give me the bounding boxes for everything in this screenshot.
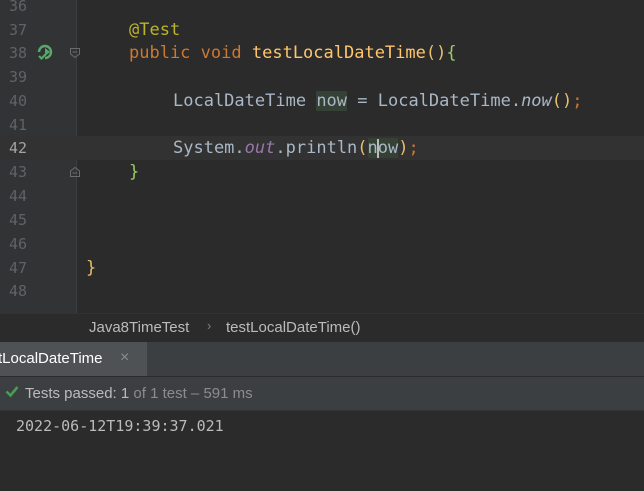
test-status-bar: Tests passed: 1 of 1 test – 591 ms [0, 377, 644, 411]
code-editor[interactable]: 36 37 @Test 38 public void testLocalDate… [0, 0, 644, 313]
close-icon[interactable]: × [120, 349, 129, 367]
check-icon [5, 386, 19, 398]
code-line[interactable]: 48 [0, 279, 644, 303]
line-number: 43 [8, 163, 27, 181]
class-close-brace: } [86, 258, 97, 278]
code-line[interactable]: 36 [0, 0, 644, 18]
code-line[interactable]: 44 [0, 184, 644, 208]
argument-now: now [367, 138, 399, 158]
open-brace: { [446, 43, 457, 63]
method-parens: () [425, 43, 447, 63]
console-output[interactable]: 2022-06-12T19:39:37.021 [0, 411, 644, 491]
line-number: 47 [8, 259, 27, 277]
variable-now: now [316, 91, 348, 111]
line-number: 45 [8, 211, 27, 229]
code-line[interactable]: 40 LocalDateTime now = LocalDateTime.now… [0, 89, 644, 113]
class-system: System [173, 138, 235, 158]
code-line[interactable]: 41 [0, 113, 644, 137]
line-number: 46 [8, 235, 27, 253]
line-number: 41 [8, 116, 27, 134]
annotation-test: @Test [129, 20, 181, 40]
type-localdatetime: LocalDateTime [173, 91, 307, 111]
static-field-out: out [244, 138, 276, 158]
paren-close: ) [398, 138, 409, 158]
semicolon: ; [408, 138, 419, 158]
tab-label: tLocalDateTime [0, 350, 103, 367]
line-number: 39 [8, 68, 27, 86]
code-line[interactable]: 47 } [0, 256, 644, 280]
type-localdatetime-ref: LocalDateTime [377, 91, 511, 111]
assign-operator: = [347, 91, 378, 111]
tab-test-run[interactable]: tLocalDateTime × [0, 342, 147, 376]
dot: . [510, 91, 522, 111]
line-number: 48 [8, 282, 27, 300]
status-detail: of 1 test – 591 ms [129, 385, 253, 402]
method-println: println [285, 138, 358, 158]
code-line[interactable]: 39 [0, 65, 644, 89]
paren-open: ( [357, 138, 368, 158]
fold-marker-icon[interactable] [69, 47, 81, 59]
code-line-current[interactable]: 42 System.out.println(now); [0, 136, 644, 160]
code-line[interactable]: 43 } [0, 160, 644, 184]
run-tab-bar: tLocalDateTime × [0, 342, 644, 377]
method-name: testLocalDateTime [251, 43, 426, 63]
argument-part: ow [377, 138, 399, 158]
breadcrumb-separator-icon: › [207, 318, 212, 333]
semicolon: ; [572, 91, 583, 111]
line-number: 42 [8, 139, 27, 157]
code-line[interactable]: 46 [0, 232, 644, 256]
line-number: 37 [8, 21, 27, 39]
static-call-now: now [521, 91, 552, 111]
line-number: 36 [8, 0, 27, 15]
breadcrumb-class[interactable]: Java8TimeTest [89, 319, 189, 336]
breadcrumb-method[interactable]: testLocalDateTime() [226, 319, 361, 336]
call-parens: () [551, 91, 573, 111]
line-number: 40 [8, 92, 27, 110]
line-number: 38 [8, 44, 27, 62]
passed-count: 1 [120, 385, 130, 402]
keyword-public: public [129, 43, 191, 63]
run-test-icon[interactable] [36, 43, 54, 61]
code-line[interactable]: 37 @Test [0, 18, 644, 42]
dot: . [234, 138, 245, 158]
output-line: 2022-06-12T19:39:37.021 [16, 417, 224, 435]
close-brace: } [129, 162, 140, 182]
line-number: 44 [8, 187, 27, 205]
dot: . [275, 138, 286, 158]
code-line[interactable]: 38 public void testLocalDateTime(){ [0, 41, 644, 65]
status-prefix: Tests passed: [25, 385, 121, 402]
fold-end-marker-icon[interactable] [69, 166, 81, 178]
tests-passed-status: Tests passed: 1 of 1 test – 591 ms [25, 385, 253, 402]
breadcrumb: Java8TimeTest › testLocalDateTime() [0, 313, 644, 342]
code-line[interactable]: 45 [0, 208, 644, 232]
keyword-void: void [200, 43, 242, 63]
